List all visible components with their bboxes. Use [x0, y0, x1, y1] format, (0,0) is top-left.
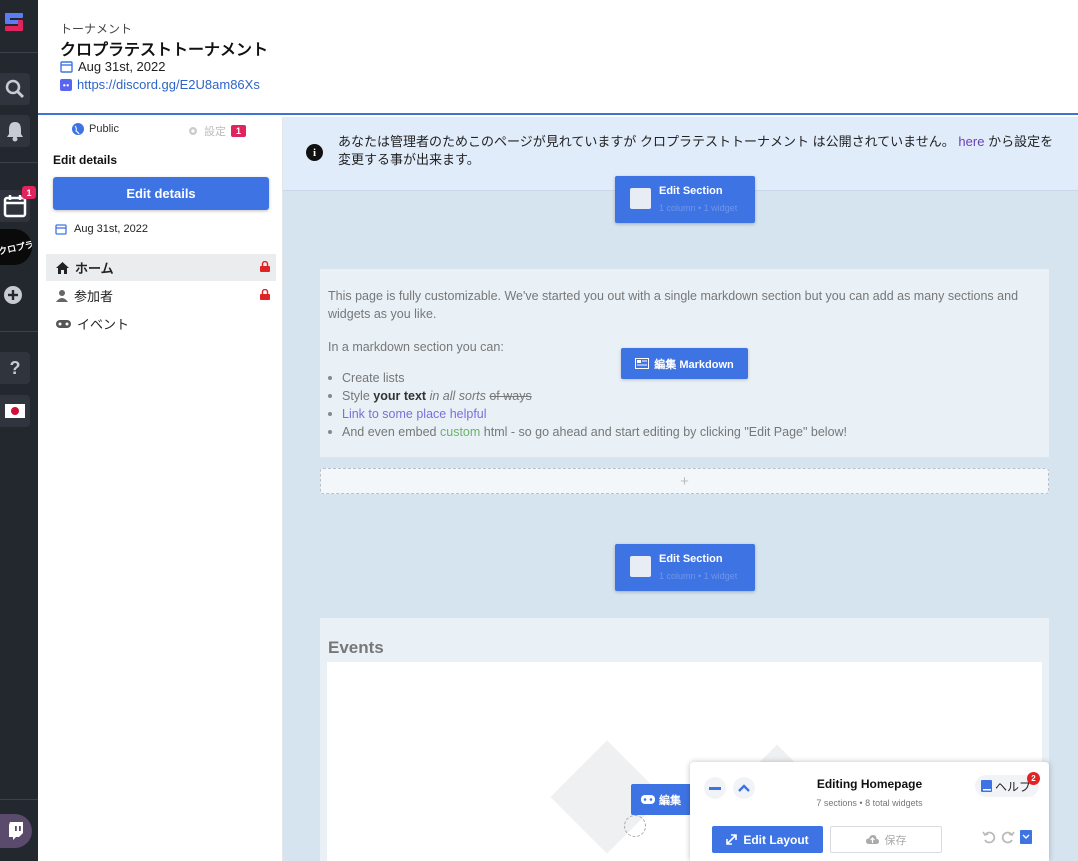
- edit-layout-button[interactable]: Edit Layout: [712, 826, 823, 853]
- nav-item-label: ホーム: [75, 261, 114, 276]
- edit-section-sublabel: 1 column • 1 widget: [659, 571, 738, 581]
- help-label: ヘルプ: [995, 779, 1032, 794]
- notice-text: あなたは管理者のためこのページが見れていますが クロプラテストトーナメント は公…: [338, 133, 1058, 169]
- settings-link[interactable]: 設定 1: [187, 123, 247, 139]
- page-category: トーナメント: [60, 22, 133, 36]
- list-item: Create lists: [328, 369, 847, 387]
- visibility-toggle[interactable]: Public: [72, 123, 119, 135]
- section-thumbnail-icon: [630, 556, 651, 577]
- edit-section-sublabel: 1 column • 1 widget: [659, 203, 738, 213]
- rail-divider: [0, 799, 38, 800]
- calendar-icon: [60, 61, 73, 73]
- rail-divider: [0, 162, 38, 163]
- nav-item-label: 参加者: [74, 289, 114, 304]
- edit-events-button[interactable]: 編集: [631, 784, 695, 815]
- undo-icon[interactable]: [982, 830, 996, 844]
- edit-details-button[interactable]: Edit details: [53, 177, 269, 210]
- newspaper-icon: [635, 358, 650, 369]
- header-date: Aug 31st, 2022: [60, 59, 165, 74]
- preview-icon[interactable]: [1020, 830, 1032, 844]
- markdown-paragraph: This page is fully customizable. We've s…: [328, 289, 1019, 321]
- plus-circle-icon: [4, 286, 22, 304]
- edit-markdown-button[interactable]: 編集 Markdown: [621, 348, 748, 379]
- lock-icon: [260, 289, 270, 300]
- tournament-avatar[interactable]: クロプラ: [0, 229, 32, 265]
- bell-icon: [7, 122, 23, 142]
- markdown-list: Create lists Style your text in all sort…: [328, 369, 847, 441]
- notice-text-before: あなたは管理者のためこのページが見れていますが クロプラテストトーナメント は公…: [338, 134, 955, 149]
- rail-divider: [0, 331, 38, 332]
- info-icon: i: [306, 144, 323, 161]
- edit-markdown-label: 編集 Markdown: [654, 358, 734, 371]
- history-controls: [982, 830, 1032, 844]
- list-item[interactable]: Link to some place helpful: [328, 405, 847, 423]
- save-button[interactable]: 保存: [830, 826, 942, 853]
- question-icon: ?: [9, 357, 21, 378]
- discord-link[interactable]: https://discord.gg/E2U8am86Xs: [60, 77, 260, 92]
- user-avatar[interactable]: [0, 814, 32, 848]
- expand-icon: [726, 834, 738, 845]
- plus-icon: +: [680, 472, 689, 490]
- edit-layout-label: Edit Layout: [743, 832, 809, 847]
- nav-item-events[interactable]: イベント: [46, 310, 276, 337]
- add-section-bar[interactable]: +: [320, 468, 1049, 494]
- panel-date: Aug 31st, 2022: [55, 223, 148, 235]
- edit-section-button[interactable]: Edit Section 1 column • 1 widget: [615, 544, 755, 591]
- help-badge: 2: [1027, 772, 1040, 785]
- panel-date-text: Aug 31st, 2022: [74, 223, 149, 235]
- page-title: クロプラテストトーナメント: [60, 42, 269, 59]
- calendar-badge: 1: [22, 186, 36, 199]
- save-label: 保存: [884, 834, 907, 847]
- gamepad-icon: [56, 319, 71, 328]
- add-button[interactable]: [4, 286, 22, 309]
- book-icon: [981, 780, 992, 792]
- settings-badge: 1: [231, 125, 247, 137]
- japan-flag-icon: [5, 404, 25, 418]
- edit-section-label: Edit Section: [659, 553, 723, 565]
- editor-subtitle: 7 sections • 8 total widgets: [816, 798, 923, 808]
- page-editor-toolbar: Editing Homepage 7 sections • 8 total wi…: [690, 762, 1049, 861]
- language-button[interactable]: [0, 395, 30, 427]
- lock-icon: [260, 261, 270, 272]
- nav-item-participants[interactable]: 参加者: [46, 282, 276, 309]
- page-header: トーナメント クロプラテストトーナメント Aug 31st, 2022 http…: [38, 0, 1078, 115]
- edit-section-button[interactable]: Edit Section 1 column • 1 widget: [615, 176, 755, 223]
- avatar-text: クロプラ: [0, 238, 32, 257]
- nav-item-label: イベント: [77, 317, 130, 332]
- edit-events-label: 編集: [659, 794, 681, 807]
- edit-details-heading: Edit details: [53, 153, 118, 167]
- events-title: Events: [328, 638, 384, 657]
- help-button[interactable]: ?: [0, 352, 30, 384]
- nav-item-home[interactable]: ホーム: [46, 254, 276, 281]
- rail-divider: [0, 52, 38, 53]
- discord-icon: [60, 78, 72, 91]
- app-logo[interactable]: [2, 10, 26, 34]
- discord-link-text[interactable]: https://discord.gg/E2U8am86Xs: [77, 77, 260, 92]
- list-item: Style your text in all sorts of ways: [328, 387, 847, 405]
- twitch-icon: [9, 822, 23, 840]
- gear-icon: [189, 127, 197, 135]
- globe-icon: [72, 123, 84, 135]
- redo-icon[interactable]: [1001, 830, 1015, 844]
- visibility-label: Public: [89, 123, 119, 135]
- notifications-button[interactable]: [0, 115, 30, 147]
- gamepad-icon: [641, 795, 655, 804]
- edit-section-label: Edit Section: [659, 185, 723, 197]
- page-canvas: i あなたは管理者のためこのページが見れていますが クロプラテストトーナメント …: [283, 117, 1078, 861]
- header-date-text: Aug 31st, 2022: [78, 59, 166, 74]
- home-icon: [56, 261, 69, 274]
- settings-label: 設定: [204, 126, 226, 138]
- notice-settings-link[interactable]: here: [958, 134, 984, 149]
- section-thumbnail-icon: [630, 188, 651, 209]
- app-rail: 1 クロプラ ?: [0, 0, 38, 861]
- side-panel: Public 設定 1 Edit details Edit details Au…: [38, 117, 283, 861]
- search-icon: [5, 79, 25, 99]
- calendar-icon: [55, 224, 67, 235]
- list-item: And even embed custom html - so go ahead…: [328, 423, 847, 441]
- search-button[interactable]: [0, 73, 30, 105]
- user-icon: [56, 289, 68, 302]
- cloud-upload-icon: [865, 834, 879, 844]
- decorative-circle: [624, 815, 646, 837]
